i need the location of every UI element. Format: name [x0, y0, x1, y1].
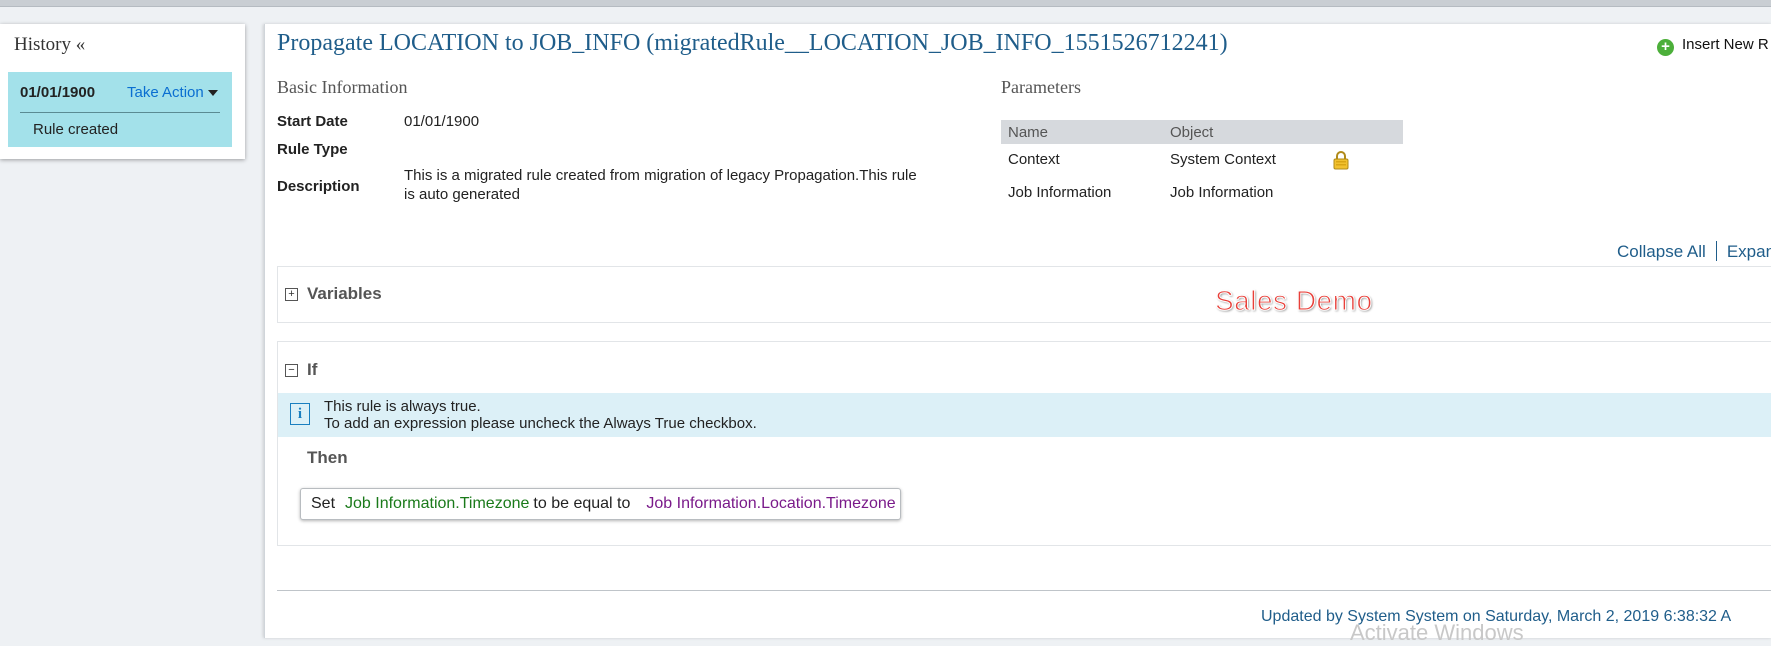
if-section: − If i This rule is always true. To add … [277, 341, 1771, 546]
variables-label[interactable]: Variables [307, 284, 382, 304]
description-line-2: is auto generated [404, 186, 520, 203]
param-row-1-object: System Context [1170, 151, 1276, 168]
param-col-object: Object [1170, 124, 1214, 141]
set-statement[interactable]: Set Job Information.Timezone to be equal t… [300, 488, 901, 520]
collapse-all-link[interactable]: Collapse All [1617, 242, 1706, 261]
collapse-expand-bar: Collapse All Expan [1617, 241, 1771, 262]
description-value: This is a migrated rule created from mig… [404, 166, 917, 204]
info-line-2: To add an expression please uncheck the … [324, 415, 757, 432]
top-bar [0, 0, 1771, 7]
footer-divider [277, 590, 1771, 591]
sales-demo-watermark: Sales Demo [1215, 285, 1373, 317]
param-row-2-name: Job Information [1008, 184, 1112, 201]
description-line-1: This is a migrated rule created from mig… [404, 167, 917, 184]
parameters-heading: Parameters [1001, 77, 1081, 97]
always-true-info: i This rule is always true. To add an ex… [278, 393, 1771, 437]
collapse-icon[interactable]: − [285, 364, 298, 377]
page-title: Propagate LOCATION to JOB_INFO (migrated… [277, 30, 1228, 56]
description-label: Description [277, 178, 360, 195]
if-label: If [307, 360, 318, 379]
history-panel: History « 01/01/1900 Take Action Rule cr… [0, 24, 245, 159]
param-col-name: Name [1008, 124, 1049, 141]
param-row-2-object: Job Information [1170, 184, 1274, 201]
start-date-label: Start Date [277, 113, 348, 130]
history-divider [20, 112, 220, 113]
set-keyword: Set [311, 495, 336, 512]
target-field[interactable]: Job Information.Timezone [345, 495, 529, 512]
start-date-value: 01/01/1900 [404, 113, 480, 130]
history-entry-date: 01/01/1900 [20, 84, 96, 101]
history-entry[interactable]: 01/01/1900 Take Action Rule created [8, 72, 232, 147]
operator: to be equal to [533, 495, 631, 512]
activate-windows-overlay: Activate Windows [1350, 620, 1524, 645]
always-true-message: This rule is always true. To add an expr… [324, 398, 757, 432]
info-line-1: This rule is always true. [324, 398, 481, 415]
rule-type-label: Rule Type [277, 141, 348, 158]
source-field[interactable]: Job Information.Location.Timezone [646, 495, 895, 512]
expand-all-link[interactable]: Expan [1727, 242, 1771, 261]
variables-section: + Variables [277, 266, 1771, 323]
separator [1715, 241, 1717, 261]
parameters-table-header: Name Object [1001, 120, 1403, 144]
history-title[interactable]: History « [14, 34, 85, 56]
basic-info-heading: Basic Information [277, 77, 408, 97]
rule-detail-panel: Propagate LOCATION to JOB_INFO (migrated… [264, 24, 1771, 638]
take-action-dropdown[interactable]: Take Action [127, 84, 218, 101]
param-row-1-name: Context [1008, 151, 1060, 168]
insert-new-rule-label: Insert New R [1682, 36, 1769, 53]
history-entry-description: Rule created [33, 121, 119, 138]
then-label: Then [307, 448, 348, 467]
caret-down-icon [207, 90, 218, 97]
add-circle-icon: + [1657, 39, 1674, 56]
lock-icon [1333, 151, 1349, 170]
take-action-label: Take Action [127, 84, 204, 101]
insert-new-rule-button[interactable]: + Insert New R [1657, 36, 1769, 56]
info-icon: i [290, 403, 310, 425]
expand-icon[interactable]: + [285, 288, 298, 301]
